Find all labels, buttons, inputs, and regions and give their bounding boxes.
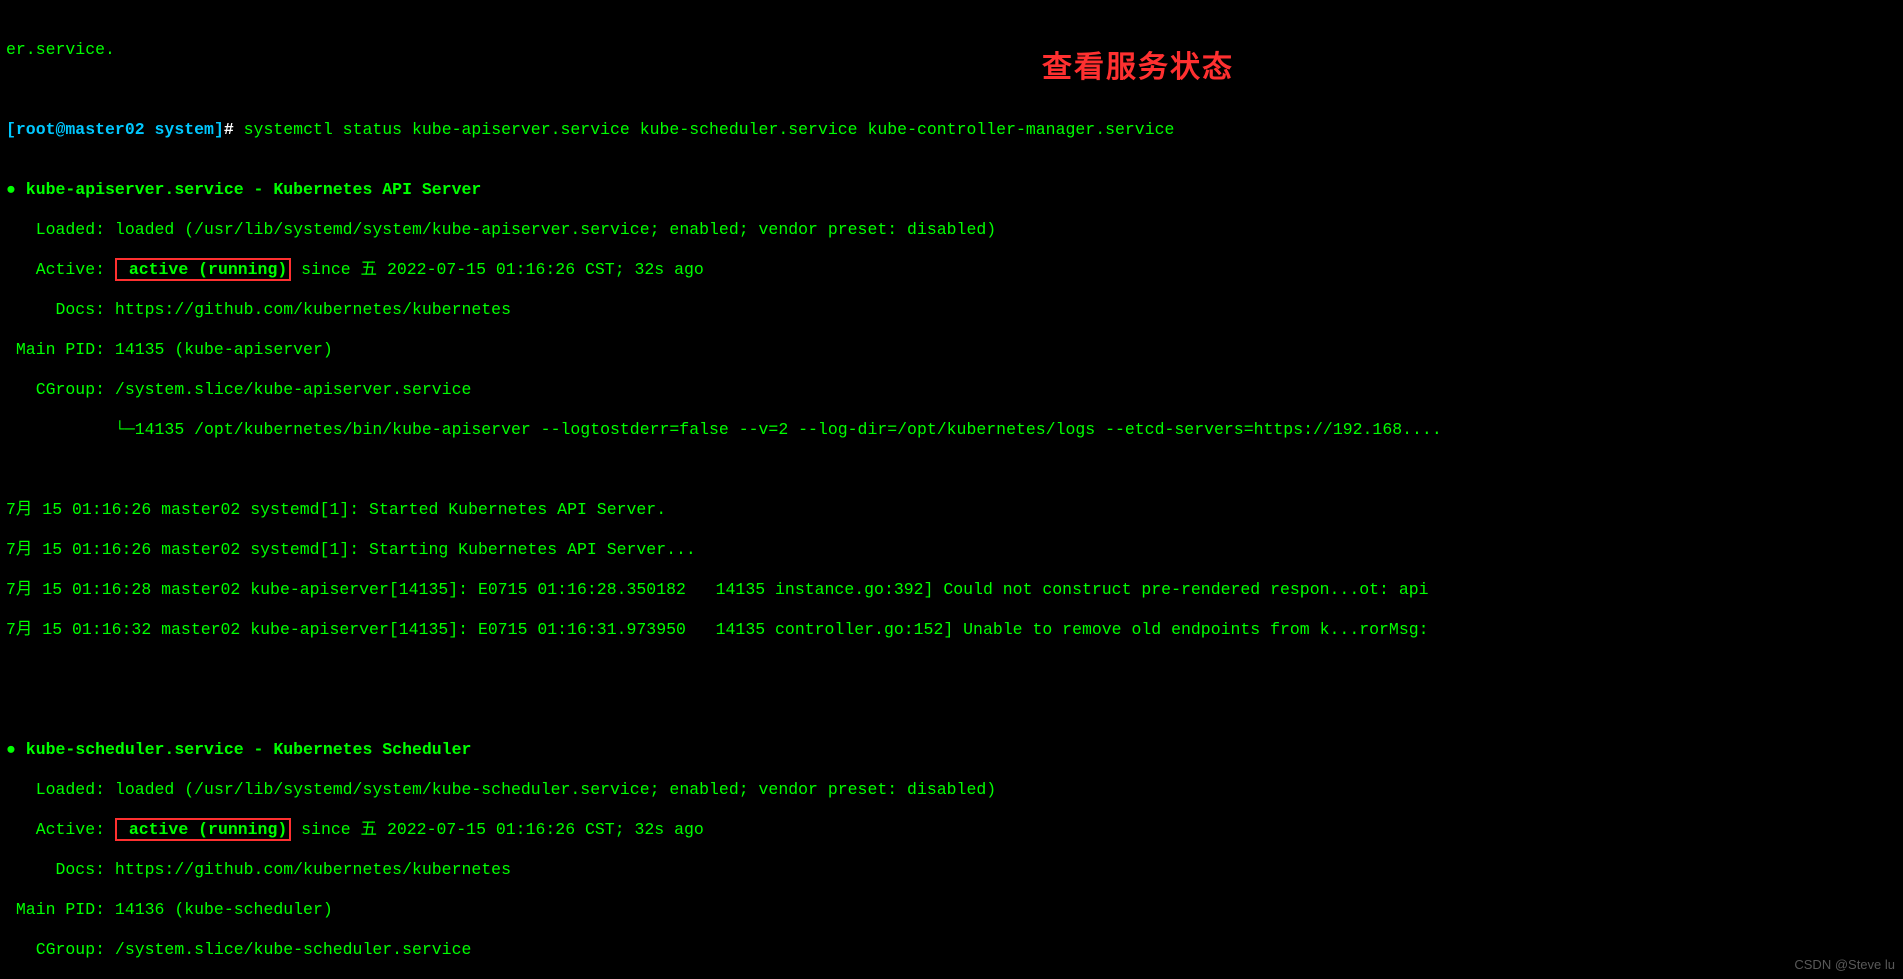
svc1-active-pre: Active: — [6, 260, 115, 279]
prev-output: er.service. — [6, 40, 115, 59]
terminal-output[interactable]: er.service. [root@master02 system]# syst… — [0, 0, 1903, 979]
svc2-docs: Docs: https://github.com/kubernetes/kube… — [6, 860, 511, 879]
bullet-icon: ● — [6, 180, 16, 199]
svc1-active-box: active (running) — [115, 258, 291, 281]
svc1-log1: 7月 15 01:16:26 master02 systemd[1]: Star… — [6, 500, 666, 519]
svc2-active-pre: Active: — [6, 820, 115, 839]
command-text: systemctl status kube-apiserver.service … — [244, 120, 1175, 139]
svc2-cgroup: CGroup: /system.slice/kube-scheduler.ser… — [6, 940, 471, 959]
svc2-pid: Main PID: 14136 (kube-scheduler) — [6, 900, 333, 919]
svc2-loaded-pre: Loaded: — [6, 780, 115, 799]
svc1-log3: 7月 15 01:16:28 master02 kube-apiserver[1… — [6, 580, 1429, 599]
svc2-header: kube-scheduler.service - Kubernetes Sche… — [16, 740, 471, 759]
prompt-hash: # — [224, 120, 244, 139]
annotation-red-text: 查看服务状态 — [1042, 58, 1234, 78]
svc2-active-post: since 五 2022-07-15 01:16:26 CST; 32s ago — [291, 820, 704, 839]
svc1-log4: 7月 15 01:16:32 master02 kube-apiserver[1… — [6, 620, 1429, 639]
watermark-text: CSDN @Steve lu — [1794, 955, 1895, 975]
svc2-loaded-val: loaded (/usr/lib/systemd/system/kube-sch… — [115, 780, 996, 799]
bullet-icon: ● — [6, 740, 16, 759]
prompt-user: [root@master02 — [6, 120, 155, 139]
svc1-log2: 7月 15 01:16:26 master02 systemd[1]: Star… — [6, 540, 696, 559]
svc1-header: kube-apiserver.service - Kubernetes API … — [16, 180, 481, 199]
svc1-pid: Main PID: 14135 (kube-apiserver) — [6, 340, 333, 359]
svc1-cgroup: CGroup: /system.slice/kube-apiserver.ser… — [6, 380, 471, 399]
svc1-loaded-pre: Loaded: — [6, 220, 115, 239]
svc2-active-box: active (running) — [115, 818, 291, 841]
svc1-active-post: since 五 2022-07-15 01:16:26 CST; 32s ago — [291, 260, 704, 279]
svc1-loaded-val: loaded (/usr/lib/systemd/system/kube-api… — [115, 220, 996, 239]
prompt-path: system] — [155, 120, 224, 139]
svc1-docs: Docs: https://github.com/kubernetes/kube… — [6, 300, 511, 319]
svc1-cg2: └─14135 /opt/kubernetes/bin/kube-apiserv… — [6, 420, 1442, 439]
